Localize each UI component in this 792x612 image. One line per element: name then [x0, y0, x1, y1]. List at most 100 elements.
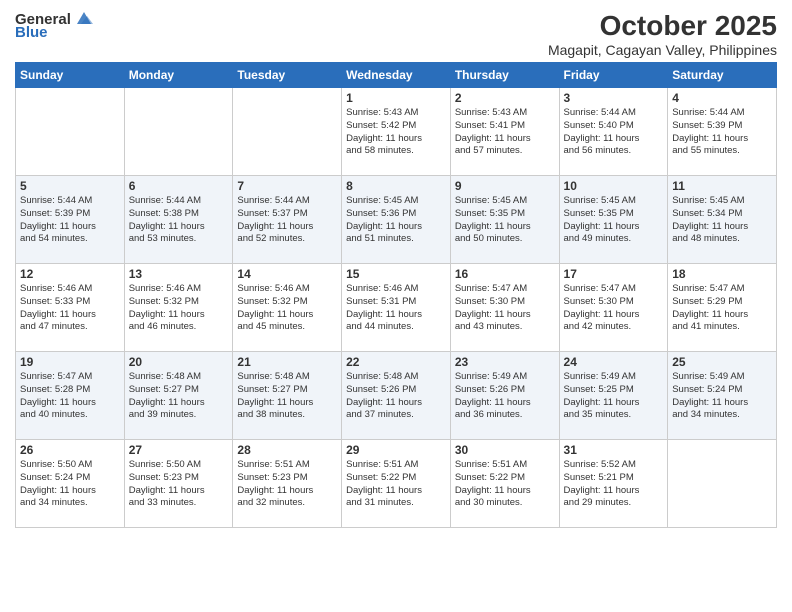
cell-content: Sunrise: 5:45 AM Sunset: 5:35 PM Dayligh… [455, 195, 555, 246]
day-number: 25 [672, 355, 772, 369]
day-number: 19 [20, 355, 120, 369]
cell-content: Sunrise: 5:49 AM Sunset: 5:26 PM Dayligh… [455, 371, 555, 422]
calendar-cell [668, 440, 777, 528]
cell-content: Sunrise: 5:51 AM Sunset: 5:22 PM Dayligh… [455, 459, 555, 510]
calendar-cell: 10Sunrise: 5:45 AM Sunset: 5:35 PM Dayli… [559, 176, 668, 264]
cell-content: Sunrise: 5:46 AM Sunset: 5:32 PM Dayligh… [129, 283, 229, 334]
calendar-cell: 3Sunrise: 5:44 AM Sunset: 5:40 PM Daylig… [559, 88, 668, 176]
calendar-cell: 2 Sunrise: 5:43 AM Sunset: 5:41 PM Daylig… [450, 88, 559, 176]
day-number: 24 [564, 355, 664, 369]
page-container: General Blue October 2025 Magapit, Cagay… [0, 0, 792, 533]
day-number: 12 [20, 267, 120, 281]
day-number: 14 [237, 267, 337, 281]
cell-content: Sunrise: 5:46 AM Sunset: 5:31 PM Dayligh… [346, 283, 446, 334]
cell-content: Sunrise: 5:47 AM Sunset: 5:29 PM Dayligh… [672, 283, 772, 334]
day-number: 18 [672, 267, 772, 281]
cell-content: Sunrise: 5:47 AM Sunset: 5:30 PM Dayligh… [564, 283, 664, 334]
calendar-cell: 27Sunrise: 5:50 AM Sunset: 5:23 PM Dayli… [124, 440, 233, 528]
cell-content: Sunrise: 5:51 AM Sunset: 5:22 PM Dayligh… [346, 459, 446, 510]
cell-content: Sunrise: 5:48 AM Sunset: 5:27 PM Dayligh… [129, 371, 229, 422]
calendar-cell: 9 Sunrise: 5:45 AM Sunset: 5:35 PM Daylig… [450, 176, 559, 264]
cell-content: Sunrise: 5:44 AM Sunset: 5:40 PM Dayligh… [564, 107, 664, 158]
calendar-cell: 23 Sunrise: 5:49 AM Sunset: 5:26 PM Dayli… [450, 352, 559, 440]
day-number: 23 [455, 355, 555, 369]
day-number: 9 [455, 179, 555, 193]
day-header-friday: Friday [559, 63, 668, 88]
logo-icon [73, 10, 95, 28]
day-number: 11 [672, 179, 772, 193]
calendar-cell: 15Sunrise: 5:46 AM Sunset: 5:31 PM Dayli… [342, 264, 451, 352]
calendar-cell: 30 Sunrise: 5:51 AM Sunset: 5:22 PM Dayli… [450, 440, 559, 528]
day-number: 4 [672, 91, 772, 105]
title-area: October 2025 Magapit, Cagayan Valley, Ph… [548, 10, 777, 58]
calendar-cell: 28Sunrise: 5:51 AM Sunset: 5:23 PM Dayli… [233, 440, 342, 528]
calendar-cell: 21Sunrise: 5:48 AM Sunset: 5:27 PM Dayli… [233, 352, 342, 440]
day-number: 20 [129, 355, 229, 369]
day-number: 31 [564, 443, 664, 457]
day-number: 27 [129, 443, 229, 457]
day-number: 26 [20, 443, 120, 457]
day-number: 2 [455, 91, 555, 105]
day-header-sunday: Sunday [16, 63, 125, 88]
day-number: 7 [237, 179, 337, 193]
day-number: 16 [455, 267, 555, 281]
day-header-thursday: Thursday [450, 63, 559, 88]
cell-content: Sunrise: 5:44 AM Sunset: 5:38 PM Dayligh… [129, 195, 229, 246]
calendar-cell: 12Sunrise: 5:46 AM Sunset: 5:33 PM Dayli… [16, 264, 125, 352]
day-number: 1 [346, 91, 446, 105]
week-row-3: 12Sunrise: 5:46 AM Sunset: 5:33 PM Dayli… [16, 264, 777, 352]
calendar-cell: 20 Sunrise: 5:48 AM Sunset: 5:27 PM Dayli… [124, 352, 233, 440]
cell-content: Sunrise: 5:45 AM Sunset: 5:34 PM Dayligh… [672, 195, 772, 246]
day-header-tuesday: Tuesday [233, 63, 342, 88]
subtitle: Magapit, Cagayan Valley, Philippines [548, 42, 777, 58]
cell-content: Sunrise: 5:47 AM Sunset: 5:28 PM Dayligh… [20, 371, 120, 422]
calendar-cell: 22 Sunrise: 5:48 AM Sunset: 5:26 PM Dayli… [342, 352, 451, 440]
calendar-table: SundayMondayTuesdayWednesdayThursdayFrid… [15, 62, 777, 528]
day-number: 30 [455, 443, 555, 457]
calendar-cell: 6Sunrise: 5:44 AM Sunset: 5:38 PM Daylig… [124, 176, 233, 264]
calendar-cell: 7 Sunrise: 5:44 AM Sunset: 5:37 PM Daylig… [233, 176, 342, 264]
calendar-cell: 4 Sunrise: 5:44 AM Sunset: 5:39 PM Daylig… [668, 88, 777, 176]
week-row-4: 19 Sunrise: 5:47 AM Sunset: 5:28 PM Dayli… [16, 352, 777, 440]
cell-content: Sunrise: 5:44 AM Sunset: 5:37 PM Dayligh… [237, 195, 337, 246]
day-header-saturday: Saturday [668, 63, 777, 88]
calendar-cell: 14Sunrise: 5:46 AM Sunset: 5:32 PM Dayli… [233, 264, 342, 352]
main-title: October 2025 [548, 10, 777, 42]
day-header-monday: Monday [124, 63, 233, 88]
day-number: 10 [564, 179, 664, 193]
cell-content: Sunrise: 5:43 AM Sunset: 5:42 PM Dayligh… [346, 107, 446, 158]
logo-blue-text: Blue [15, 24, 48, 41]
calendar-cell: 19 Sunrise: 5:47 AM Sunset: 5:28 PM Dayli… [16, 352, 125, 440]
calendar-cell: 31 Sunrise: 5:52 AM Sunset: 5:21 PM Dayli… [559, 440, 668, 528]
week-row-2: 5Sunrise: 5:44 AM Sunset: 5:39 PM Daylig… [16, 176, 777, 264]
cell-content: Sunrise: 5:52 AM Sunset: 5:21 PM Dayligh… [564, 459, 664, 510]
day-header-wednesday: Wednesday [342, 63, 451, 88]
cell-content: Sunrise: 5:51 AM Sunset: 5:23 PM Dayligh… [237, 459, 337, 510]
calendar-cell [124, 88, 233, 176]
calendar-cell [16, 88, 125, 176]
cell-content: Sunrise: 5:44 AM Sunset: 5:39 PM Dayligh… [672, 107, 772, 158]
cell-content: Sunrise: 5:50 AM Sunset: 5:24 PM Dayligh… [20, 459, 120, 510]
day-number: 17 [564, 267, 664, 281]
cell-content: Sunrise: 5:43 AM Sunset: 5:41 PM Dayligh… [455, 107, 555, 158]
day-number: 8 [346, 179, 446, 193]
cell-content: Sunrise: 5:48 AM Sunset: 5:26 PM Dayligh… [346, 371, 446, 422]
cell-content: Sunrise: 5:45 AM Sunset: 5:36 PM Dayligh… [346, 195, 446, 246]
calendar-cell: 11 Sunrise: 5:45 AM Sunset: 5:34 PM Dayli… [668, 176, 777, 264]
day-number: 29 [346, 443, 446, 457]
day-number: 22 [346, 355, 446, 369]
calendar-cell: 26 Sunrise: 5:50 AM Sunset: 5:24 PM Dayli… [16, 440, 125, 528]
days-header-row: SundayMondayTuesdayWednesdayThursdayFrid… [16, 63, 777, 88]
calendar-cell: 13 Sunrise: 5:46 AM Sunset: 5:32 PM Dayli… [124, 264, 233, 352]
day-number: 13 [129, 267, 229, 281]
logo: General Blue [15, 10, 95, 41]
calendar-cell: 5Sunrise: 5:44 AM Sunset: 5:39 PM Daylig… [16, 176, 125, 264]
cell-content: Sunrise: 5:44 AM Sunset: 5:39 PM Dayligh… [20, 195, 120, 246]
calendar-cell: 17 Sunrise: 5:47 AM Sunset: 5:30 PM Dayli… [559, 264, 668, 352]
cell-content: Sunrise: 5:48 AM Sunset: 5:27 PM Dayligh… [237, 371, 337, 422]
cell-content: Sunrise: 5:49 AM Sunset: 5:25 PM Dayligh… [564, 371, 664, 422]
calendar-cell: 25Sunrise: 5:49 AM Sunset: 5:24 PM Dayli… [668, 352, 777, 440]
week-row-1: 1 Sunrise: 5:43 AM Sunset: 5:42 PM Daylig… [16, 88, 777, 176]
calendar-cell: 1 Sunrise: 5:43 AM Sunset: 5:42 PM Daylig… [342, 88, 451, 176]
calendar-cell: 16Sunrise: 5:47 AM Sunset: 5:30 PM Dayli… [450, 264, 559, 352]
